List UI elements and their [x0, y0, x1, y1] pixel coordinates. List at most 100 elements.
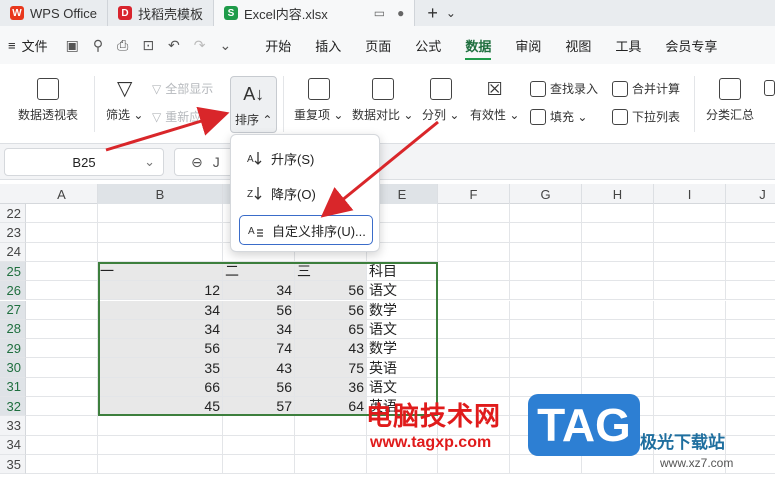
cell-f23[interactable] — [438, 223, 510, 243]
cell-j34[interactable] — [726, 436, 775, 455]
validity-button[interactable]: ☒ 有效性 ⌄ — [470, 78, 519, 123]
tab-excel-file[interactable]: S Excel内容.xlsx ▭ ● — [213, 0, 416, 26]
cell-e26[interactable]: 语文 — [367, 281, 438, 301]
row-header-33[interactable]: 33 — [0, 416, 26, 436]
cell-f28[interactable] — [438, 319, 510, 340]
cell-b29[interactable]: 56 — [98, 339, 223, 359]
add-tab-button[interactable]: + — [427, 3, 438, 24]
cell-b25[interactable]: 一 — [98, 261, 223, 282]
cell-f22[interactable] — [438, 204, 510, 224]
cell-i30[interactable] — [654, 358, 726, 378]
cell-i27[interactable] — [654, 300, 726, 320]
cell-b32[interactable]: 45 — [98, 397, 223, 417]
cell-j25[interactable] — [726, 262, 775, 282]
cell-j26[interactable] — [726, 281, 775, 301]
cell-i24[interactable] — [654, 242, 726, 262]
cell-i28[interactable] — [654, 319, 726, 340]
cell-a25[interactable] — [26, 261, 98, 282]
cell-b28[interactable]: 34 — [98, 319, 223, 340]
split-button[interactable]: 分列 ⌄ — [422, 78, 459, 123]
cell-a27[interactable] — [26, 300, 98, 320]
cell-j29[interactable] — [726, 339, 775, 359]
cell-i26[interactable] — [654, 281, 726, 301]
fill-button[interactable]: 填充 ⌄ — [530, 108, 587, 125]
cell-g27[interactable] — [510, 300, 582, 320]
cell-c34[interactable] — [223, 435, 295, 455]
filter-button[interactable]: ▽ 筛选 ⌄ — [106, 78, 143, 123]
column-header-a[interactable]: A — [26, 184, 98, 204]
cell-a26[interactable] — [26, 281, 98, 301]
tab-tools[interactable]: 工具 — [603, 26, 653, 64]
cell-g35[interactable] — [510, 454, 582, 475]
chevron-down-icon[interactable]: ⌄ — [446, 6, 456, 20]
column-header-f[interactable]: F — [438, 184, 510, 204]
row-header-26[interactable]: 26 — [0, 281, 26, 301]
row-header-29[interactable]: 29 — [0, 339, 26, 359]
sort-descending-item[interactable]: Z 降序(O) — [239, 178, 373, 208]
cell-b23[interactable] — [98, 223, 223, 243]
column-header-h[interactable]: H — [582, 184, 654, 204]
cell-a30[interactable] — [26, 358, 98, 378]
row-header-22[interactable]: 22 — [0, 204, 26, 224]
close-icon[interactable]: ● — [397, 6, 404, 20]
cell-c30[interactable]: 43 — [223, 358, 295, 378]
cell-a34[interactable] — [26, 435, 98, 455]
cell-h29[interactable] — [582, 339, 654, 359]
row-header-32[interactable]: 32 — [0, 397, 26, 417]
cell-g26[interactable] — [510, 281, 582, 301]
tab-formula[interactable]: 公式 — [403, 26, 453, 64]
cell-h27[interactable] — [582, 300, 654, 320]
cell-d35[interactable] — [295, 454, 367, 475]
cell-b30[interactable]: 35 — [98, 358, 223, 378]
dropdown-list-button[interactable]: 下拉列表 — [612, 108, 680, 125]
cell-f26[interactable] — [438, 281, 510, 301]
tab-template[interactable]: D 找稻壳模板 — [108, 0, 214, 26]
column-header-i[interactable]: I — [654, 184, 726, 204]
cell-h23[interactable] — [582, 223, 654, 243]
cell-h28[interactable] — [582, 319, 654, 340]
row-header-24[interactable]: 24 — [0, 242, 26, 262]
column-header-b[interactable]: B — [98, 184, 223, 204]
subtotal-button[interactable]: 分类汇总 — [706, 78, 754, 123]
cell-a29[interactable] — [26, 339, 98, 359]
cell-f31[interactable] — [438, 377, 510, 397]
row-header-27[interactable]: 27 — [0, 300, 26, 320]
cell-i32[interactable] — [654, 397, 726, 417]
cell-h25[interactable] — [582, 261, 654, 282]
sort-button[interactable]: A↓ 排序 ⌃ — [230, 76, 278, 133]
cell-g23[interactable] — [510, 223, 582, 243]
cell-c28[interactable]: 34 — [223, 319, 295, 340]
cell-g24[interactable] — [510, 242, 582, 262]
cell-j28[interactable] — [726, 320, 775, 340]
cell-c31[interactable]: 56 — [223, 377, 295, 397]
cell-b35[interactable] — [98, 454, 223, 475]
row-header-31[interactable]: 31 — [0, 377, 26, 397]
cell-c33[interactable] — [223, 416, 295, 436]
cell-i25[interactable] — [654, 261, 726, 282]
column-header-g[interactable]: G — [510, 184, 582, 204]
tab-member[interactable]: 会员专享 — [653, 26, 729, 64]
print-icon[interactable]: ⎙ — [117, 37, 128, 54]
row-header-34[interactable]: 34 — [0, 435, 26, 455]
tab-page[interactable]: 页面 — [353, 26, 403, 64]
cell-d29[interactable]: 43 — [295, 339, 367, 359]
cell-j32[interactable] — [726, 397, 775, 417]
cell-f25[interactable] — [438, 261, 510, 282]
tab-view[interactable]: 视图 — [553, 26, 603, 64]
cell-j30[interactable] — [726, 358, 775, 378]
tab-review[interactable]: 审阅 — [503, 26, 553, 64]
cell-b33[interactable] — [98, 416, 223, 436]
cell-g22[interactable] — [510, 204, 582, 224]
cell-c27[interactable]: 56 — [223, 300, 295, 320]
save-icon[interactable]: ▣ — [66, 37, 79, 54]
cell-d32[interactable]: 64 — [295, 397, 367, 417]
column-header-j[interactable]: J — [726, 184, 775, 204]
row-header-35[interactable]: 35 — [0, 454, 26, 475]
cell-e31[interactable]: 语文 — [367, 377, 438, 397]
redo-icon[interactable]: ↷ — [194, 37, 206, 54]
cell-i22[interactable] — [654, 204, 726, 224]
tab-data[interactable]: 数据 — [453, 26, 503, 64]
cell-c29[interactable]: 74 — [223, 339, 295, 359]
cell-c35[interactable] — [223, 454, 295, 475]
cell-a23[interactable] — [26, 223, 98, 243]
